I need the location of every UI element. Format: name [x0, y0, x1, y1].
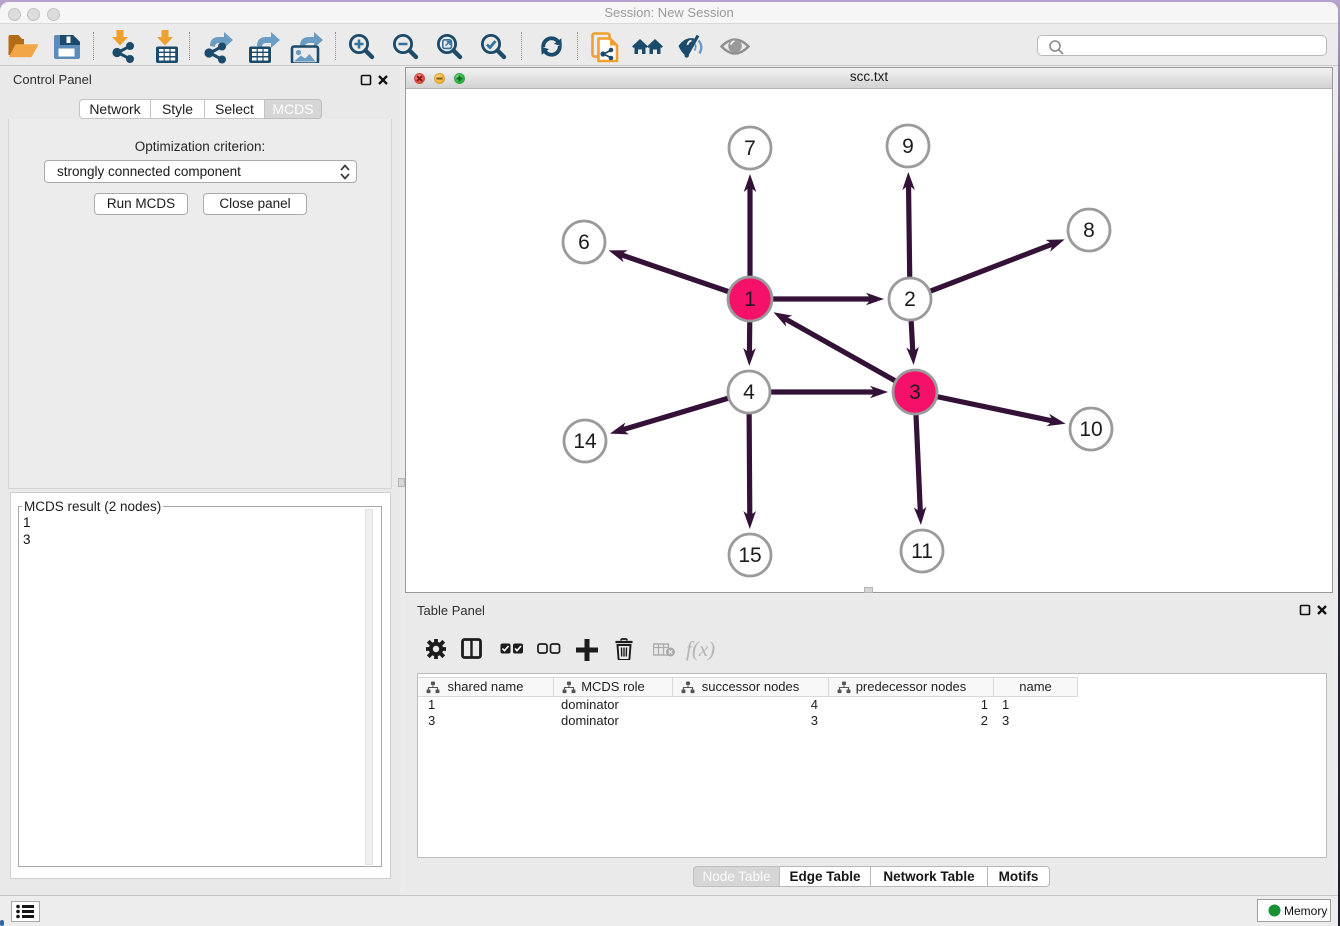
svg-text:10: 10: [1079, 418, 1102, 441]
svg-text:2: 2: [904, 288, 916, 311]
svg-text:1: 1: [744, 288, 756, 311]
svg-text:7: 7: [744, 137, 756, 160]
svg-text:11: 11: [911, 540, 933, 563]
svg-text:9: 9: [902, 135, 914, 158]
svg-text:3: 3: [909, 381, 921, 404]
svg-text:6: 6: [578, 231, 590, 254]
svg-text:14: 14: [573, 430, 597, 453]
svg-text:4: 4: [743, 381, 755, 404]
svg-text:15: 15: [738, 544, 761, 567]
svg-text:8: 8: [1083, 219, 1095, 242]
